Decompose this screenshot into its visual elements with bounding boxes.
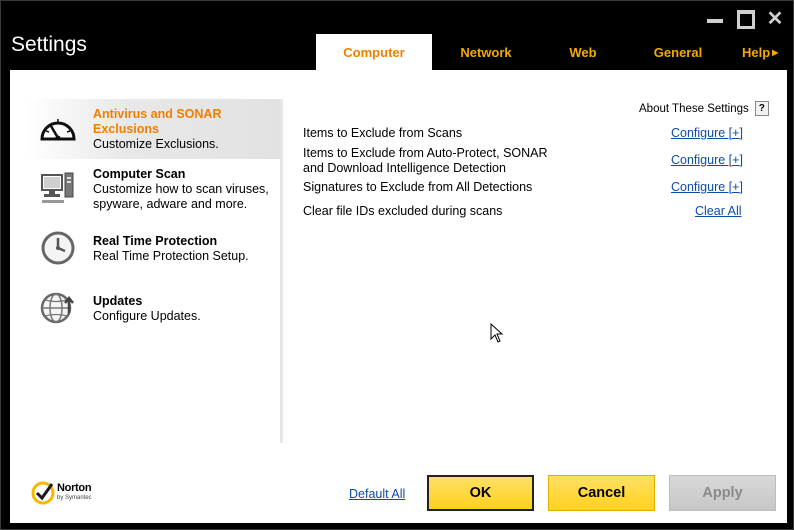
sidebar-item-computer-scan[interactable]: Computer Scan Customize how to scan viru… xyxy=(27,161,280,223)
sidebar-item-desc: Customize how to scan viruses, xyxy=(93,182,269,196)
tab-help-label: Help xyxy=(742,44,771,60)
tab-computer[interactable]: Computer xyxy=(316,34,432,70)
row-label-line: Clear file IDs excluded during scans xyxy=(303,204,503,218)
computer-icon xyxy=(41,172,74,203)
sidebar-item-title: Updates xyxy=(93,294,143,308)
tab-web[interactable]: Web xyxy=(539,34,627,70)
mouse-cursor-icon xyxy=(490,323,504,343)
about-label: About These Settings xyxy=(639,102,749,115)
help-question-icon[interactable]: ? xyxy=(754,101,769,116)
tab-network[interactable]: Network xyxy=(433,34,539,70)
norton-logo: Norton by Symantec xyxy=(31,481,92,505)
configure-auto-protect-link[interactable]: Configure [+] xyxy=(671,153,743,167)
sidebar-item-desc: Real Time Protection Setup. xyxy=(93,249,249,263)
minimize-button[interactable] xyxy=(705,9,725,29)
clear-all-link[interactable]: Clear All xyxy=(695,204,742,218)
window-title: Settings xyxy=(11,33,87,56)
cancel-button[interactable]: Cancel xyxy=(548,475,655,511)
sidebar-item-antivirus-sonar-exclusions[interactable]: Antivirus and SONAR Exclusions Customize… xyxy=(27,99,280,159)
exclusion-row-label: Clear file IDs excluded during scans xyxy=(303,204,502,219)
close-button[interactable]: ✕ xyxy=(765,9,785,29)
sidebar-item-title: Real Time Protection xyxy=(93,234,218,248)
sidebar-item-title: Antivirus and SONAR xyxy=(93,107,222,121)
row-label-line: Signatures to Exclude from All Detection… xyxy=(303,180,533,194)
sidebar-item-updates[interactable]: Updates Configure Updates. xyxy=(27,287,280,343)
globe-update-icon xyxy=(40,292,74,324)
tab-help[interactable]: Help ▶ xyxy=(742,34,792,70)
clock-icon xyxy=(41,231,75,265)
configure-signatures-link[interactable]: Configure [+] xyxy=(671,180,743,194)
settings-window: Settings ✕ Computer Network Web General … xyxy=(0,0,794,530)
sidebar: Antivirus and SONAR Exclusions Customize… xyxy=(27,99,283,443)
exclusion-row-label: Signatures to Exclude from All Detection… xyxy=(303,180,532,195)
maximize-button[interactable] xyxy=(736,9,756,29)
exclusion-row-label: Items to Exclude from Scans xyxy=(303,126,462,141)
norton-byline: by Symantec xyxy=(57,495,92,501)
row-label-line: Items to Exclude from Scans xyxy=(303,126,463,140)
row-label-line: Items to Exclude from Auto-Protect, SONA… xyxy=(303,146,548,160)
ok-button[interactable]: OK xyxy=(427,475,534,511)
sidebar-item-real-time-protection[interactable]: Real Time Protection Real Time Protectio… xyxy=(27,227,280,283)
row-label-line: and Download Intelligence Detection xyxy=(303,161,506,175)
about-these-settings[interactable]: About These Settings ? xyxy=(639,101,769,116)
exclusion-row-label: Items to Exclude from Auto-Protect, SONA… xyxy=(303,146,548,176)
apply-button[interactable]: Apply xyxy=(669,475,776,511)
tab-general[interactable]: General xyxy=(627,34,729,70)
sidebar-item-title: Exclusions xyxy=(93,122,159,136)
sidebar-item-title: Computer Scan xyxy=(93,167,186,181)
gauge-icon xyxy=(40,119,76,141)
sidebar-item-desc: spyware, adware and more. xyxy=(93,197,248,211)
sidebar-item-desc: Configure Updates. xyxy=(93,309,201,323)
configure-scans-link[interactable]: Configure [+] xyxy=(671,126,743,140)
norton-check-icon xyxy=(31,481,55,505)
sidebar-item-desc: Customize Exclusions. xyxy=(93,137,219,151)
chevron-right-icon: ▶ xyxy=(772,47,779,57)
default-all-link[interactable]: Default All xyxy=(349,487,405,501)
norton-name: Norton xyxy=(57,482,92,494)
